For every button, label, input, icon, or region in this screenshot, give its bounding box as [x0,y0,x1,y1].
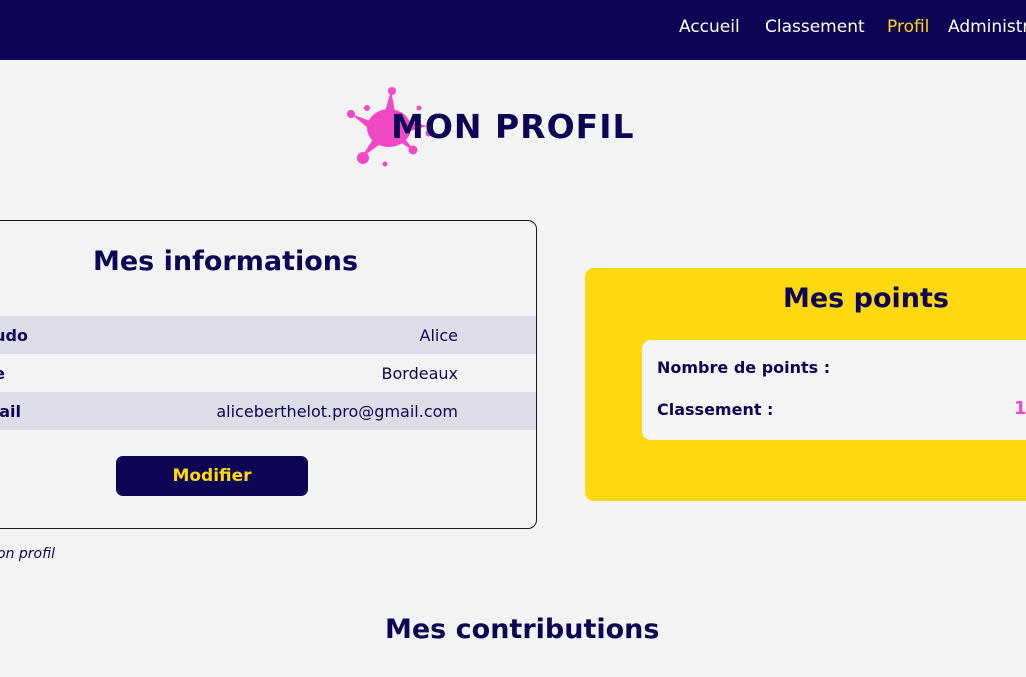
info-card: Mes informations udo Alice e Bordeaux ai… [0,220,537,529]
info-value-email: aliceberthelot.pro@gmail.com [216,402,458,421]
info-label-email: ail [0,402,21,421]
info-card-title: Mes informations [93,246,359,277]
info-value-ville: Bordeaux [381,364,458,383]
info-row-ville: e Bordeaux [0,354,536,392]
info-value-pseudo: Alice [419,326,458,345]
nav-classement[interactable]: Classement [765,17,865,37]
page-title: MON PROFIL [391,107,635,146]
nav-accueil[interactable]: Accueil [679,17,740,37]
delete-profile-link[interactable]: on profil [0,546,55,562]
info-row-email: ail aliceberthelot.pro@gmail.com [0,392,536,430]
ranking-label: Classement : [657,400,774,419]
info-row-pseudo: udo Alice [0,316,536,354]
contributions-title: Mes contributions [385,614,660,645]
points-card-title: Mes points [783,283,949,314]
info-label-pseudo: udo [0,326,28,345]
top-navbar: Accueil Classement Profil Administr [0,0,1026,60]
points-count-label: Nombre de points : [657,358,831,377]
points-card: Mes points Nombre de points : Classement… [585,268,1026,501]
nav-administration[interactable]: Administr [948,17,1026,37]
ranking-value: 1 [1014,398,1026,419]
modify-button[interactable]: Modifier [116,456,308,496]
nav-profil[interactable]: Profil [887,17,929,37]
info-label-ville: e [0,364,5,383]
points-details: Nombre de points : Classement : 1 [642,340,1026,440]
